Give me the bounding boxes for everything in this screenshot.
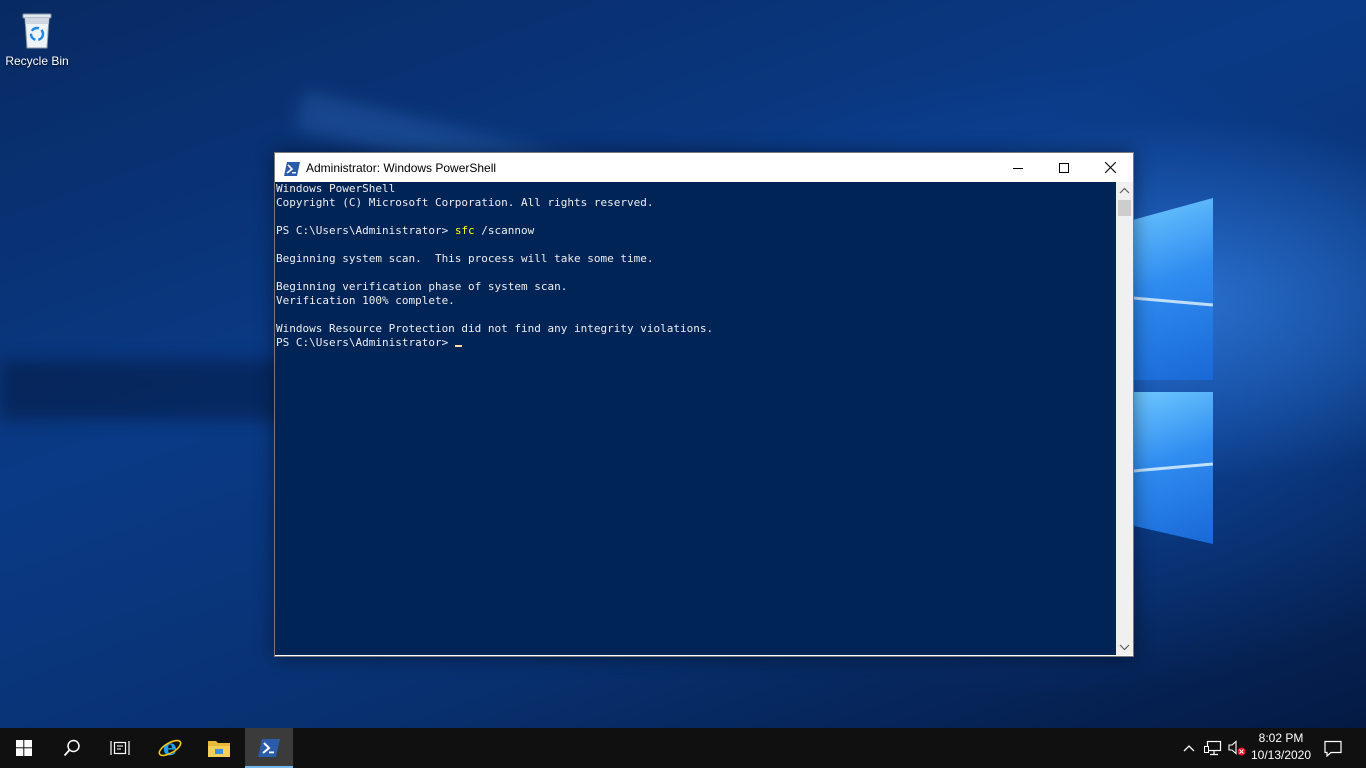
- scroll-up-arrow-icon[interactable]: [1119, 187, 1130, 194]
- clock-date: 10/13/2020: [1250, 748, 1312, 762]
- wallpaper-logo-pane: [1133, 198, 1213, 380]
- scroll-down-arrow-icon[interactable]: [1119, 644, 1130, 651]
- minimize-button[interactable]: [995, 153, 1041, 182]
- recycle-bin-label: Recycle Bin: [5, 54, 69, 68]
- vertical-scrollbar[interactable]: [1116, 182, 1133, 655]
- window-title: Administrator: Windows PowerShell: [306, 160, 497, 175]
- taskbar: e 8:02 PM 10/13/2020: [0, 728, 1366, 768]
- internet-explorer-button[interactable]: e: [146, 728, 194, 768]
- maximize-button[interactable]: [1041, 153, 1087, 182]
- console-command-line: PS C:\Users\Administrator> sfc /scannow: [275, 224, 1116, 238]
- console-prompt: PS C:\Users\Administrator>: [276, 336, 455, 349]
- volume-muted-icon: [1228, 740, 1246, 756]
- scrollbar-thumb[interactable]: [1118, 200, 1131, 216]
- clock[interactable]: 8:02 PM 10/13/2020: [1248, 730, 1314, 766]
- console-line: Windows PowerShell: [276, 182, 396, 195]
- file-explorer-icon: [208, 741, 230, 757]
- title-bar[interactable]: Administrator: Windows PowerShell: [275, 153, 1133, 182]
- volume-tray-button[interactable]: [1226, 728, 1248, 768]
- text-cursor: [454, 345, 462, 347]
- console-line: Verification 100% complete.: [276, 294, 455, 307]
- console-command-name: sfc: [454, 224, 475, 237]
- network-tray-button[interactable]: [1202, 728, 1224, 768]
- internet-explorer-icon: e: [158, 736, 182, 760]
- action-center-icon: [1324, 740, 1342, 757]
- powershell-icon: [258, 739, 280, 757]
- powershell-window[interactable]: Administrator: Windows PowerShell Window…: [274, 152, 1134, 657]
- console-input-line[interactable]: PS C:\Users\Administrator>: [275, 336, 1116, 350]
- console-output[interactable]: Windows PowerShell Copyright (C) Microso…: [275, 182, 1116, 655]
- show-hidden-icons-button[interactable]: [1178, 728, 1200, 768]
- chevron-up-icon: [1183, 745, 1195, 752]
- close-button[interactable]: [1087, 153, 1133, 182]
- start-button[interactable]: [0, 728, 48, 768]
- minimize-icon: [1013, 167, 1023, 169]
- desktop-icon-recycle-bin[interactable]: Recycle Bin: [4, 6, 70, 76]
- search-button[interactable]: [48, 728, 96, 768]
- file-explorer-button[interactable]: [195, 728, 243, 768]
- recycle-bin-icon: [20, 10, 54, 50]
- powershell-taskbar-button[interactable]: [245, 728, 293, 768]
- console-line: Beginning verification phase of system s…: [276, 280, 568, 293]
- clock-time: 8:02 PM: [1258, 731, 1304, 745]
- windows-logo-icon: [16, 740, 32, 756]
- console-prompt: PS C:\Users\Administrator>: [276, 224, 455, 237]
- task-view-button[interactable]: [96, 728, 144, 768]
- search-icon: [63, 739, 80, 757]
- close-icon: [1104, 162, 1116, 173]
- maximize-icon: [1059, 162, 1069, 173]
- console-line: Copyright (C) Microsoft Corporation. All…: [276, 196, 654, 209]
- svg-text:e: e: [163, 736, 177, 760]
- task-view-icon: [110, 741, 130, 755]
- action-center-button[interactable]: [1320, 728, 1346, 768]
- powershell-icon: [284, 161, 300, 176]
- console-command-args: /scannow: [474, 224, 535, 237]
- wallpaper-beam: [0, 360, 300, 420]
- console-line: Beginning system scan. This process will…: [276, 252, 654, 265]
- console-line: Windows Resource Protection did not find…: [276, 322, 714, 335]
- network-icon: [1204, 740, 1222, 756]
